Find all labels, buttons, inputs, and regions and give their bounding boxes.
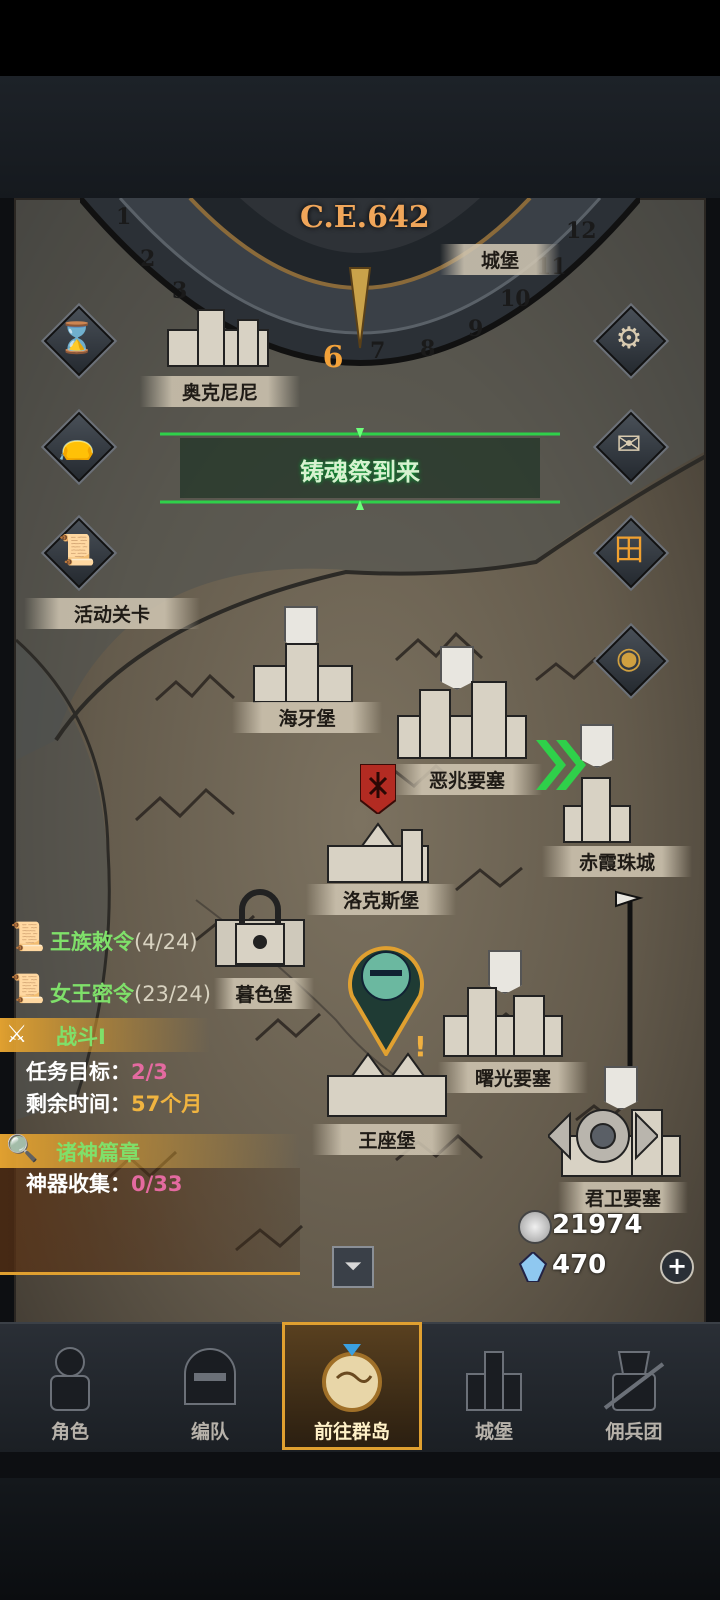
status-bar <box>0 0 720 76</box>
hourglass-icon: ⌛ <box>58 321 96 356</box>
city-label-dusk[interactable]: 暮色堡 <box>214 978 314 1009</box>
battle-time: 剩余时间：57个月 <box>26 1088 202 1118</box>
money-bag-icon: 👝 <box>58 427 96 462</box>
castle-icon <box>466 1351 522 1411</box>
queen-order-label: 女王密令 <box>50 982 134 1006</box>
battle-quest-header[interactable]: ⚔ 战斗I <box>0 1018 210 1052</box>
queen-order-progress: (23/24) <box>134 982 211 1006</box>
castle-okny-icon[interactable] <box>158 300 278 370</box>
event-banner-text: 铸魂祭到来 <box>300 458 420 486</box>
city-label-ominous[interactable]: 恶兆要塞 <box>392 764 542 795</box>
gear-icon: ⚙ <box>615 321 643 356</box>
gods-collect-value: 0/33 <box>131 1172 183 1196</box>
royal-decree-task[interactable]: 王族敕令(4/24) <box>50 926 198 956</box>
nav-islands[interactable]: 前往群岛 <box>282 1322 422 1450</box>
navigation-arrows-icon[interactable] <box>548 1104 658 1168</box>
gods-quest-title: 诸神篇章 <box>56 1141 140 1165</box>
battle-time-label: 剩余时间： <box>26 1092 131 1116</box>
hourglass-button[interactable]: ⌛ <box>40 302 118 380</box>
castle-lokes-icon[interactable] <box>322 816 434 886</box>
gods-quest-header[interactable]: 🔍 诸神篇章 <box>0 1134 300 1168</box>
nav-castle[interactable]: 城堡 <box>424 1322 564 1450</box>
castle-throne-icon[interactable] <box>322 1050 452 1120</box>
envelope-icon: ✉ <box>616 427 642 462</box>
nav-character-label: 角色 <box>50 1421 89 1443</box>
silver-amount: 21974 <box>552 1210 643 1240</box>
nav-formation[interactable]: 编队 <box>140 1322 280 1450</box>
search-icon: 🔍 <box>6 1134 39 1164</box>
castle-ominous-icon[interactable] <box>392 676 532 762</box>
bottom-band <box>0 1478 720 1600</box>
royal-decree-label: 王族敕令 <box>50 930 134 954</box>
nav-character[interactable]: 角色 <box>0 1322 140 1450</box>
gods-collect-label: 神器收集： <box>26 1172 131 1196</box>
nav-islands-label: 前往群岛 <box>313 1421 390 1443</box>
city-label-lokes[interactable]: 洛克斯堡 <box>306 884 456 915</box>
helmet-icon <box>184 1348 236 1405</box>
coin-button[interactable]: ◉ <box>592 622 670 700</box>
crystal-amount: 470 <box>552 1250 607 1280</box>
crystal-icon <box>518 1252 548 1282</box>
mercenary-icon <box>603 1351 665 1411</box>
flag-icon <box>580 724 614 768</box>
coin-icon: ◉ <box>615 641 643 676</box>
city-label-dawn[interactable]: 曙光要塞 <box>438 1062 588 1093</box>
gods-collect: 神器收集：0/33 <box>26 1168 183 1198</box>
enemy-banner-icon <box>360 764 396 814</box>
current-month[interactable]: 6 <box>318 340 348 375</box>
nav-formation-label: 编队 <box>190 1421 229 1443</box>
city-label-seatooth[interactable]: 海牙堡 <box>232 702 382 733</box>
knight-icon <box>50 1347 90 1411</box>
nav-mercenary-label: 佣兵团 <box>605 1421 663 1443</box>
header-band <box>0 76 720 198</box>
battle-time-value: 57个月 <box>131 1092 203 1116</box>
grid-icon: 田 <box>614 533 644 568</box>
scroll-icon: 📜 <box>10 972 45 1005</box>
bag-button[interactable]: 👝 <box>40 408 118 486</box>
collapse-button[interactable]: ⏷ <box>332 1246 374 1288</box>
settings-button[interactable]: ⚙ <box>592 302 670 380</box>
city-label-guard[interactable]: 君卫要塞 <box>558 1182 688 1213</box>
battle-goal-label: 任务目标： <box>26 1060 131 1084</box>
city-label-okny[interactable]: 奥克尼尼 <box>140 376 300 407</box>
chevron-down-icon: ⏷ <box>344 1254 362 1279</box>
mail-button[interactable]: ✉ <box>592 408 670 486</box>
grid-button[interactable]: 田 <box>592 514 670 592</box>
add-crystal-button[interactable]: + <box>660 1250 694 1284</box>
castle-dusk-locked-icon[interactable] <box>210 880 310 970</box>
queen-order-task[interactable]: 女王密令(23/24) <box>50 978 211 1008</box>
battle-goal: 任务目标：2/3 <box>26 1056 168 1086</box>
nav-mercenary[interactable]: 佣兵团 <box>564 1322 704 1450</box>
city-label-redpearl[interactable]: 赤霞珠城 <box>542 846 692 877</box>
castle-seatooth-icon[interactable] <box>248 636 358 706</box>
compass-globe-icon <box>322 1344 382 1412</box>
sword-icon: ⚔ <box>6 1020 28 1048</box>
activity-stage-label[interactable]: 活动关卡 <box>24 598 200 629</box>
royal-decree-progress: (4/24) <box>134 930 198 954</box>
battle-goal-value: 2/3 <box>131 1060 168 1084</box>
city-label-throne[interactable]: 王座堡 <box>312 1124 462 1155</box>
activity-stage-button[interactable]: 📜 <box>40 514 118 592</box>
year-display: C.E.642 <box>300 200 430 235</box>
nav-castle-label: 城堡 <box>474 1421 513 1443</box>
scroll-icon: 📜 <box>10 920 45 953</box>
castle-redpearl-icon[interactable] <box>556 770 636 846</box>
silver-coin-icon <box>518 1210 552 1244</box>
scroll-icon: 📜 <box>58 533 96 568</box>
city-label-top[interactable]: 城堡 <box>440 244 560 275</box>
castle-dawn-icon[interactable] <box>438 976 568 1060</box>
battle-quest-title: 战斗I <box>56 1025 106 1049</box>
plus-icon: + <box>666 1252 688 1280</box>
